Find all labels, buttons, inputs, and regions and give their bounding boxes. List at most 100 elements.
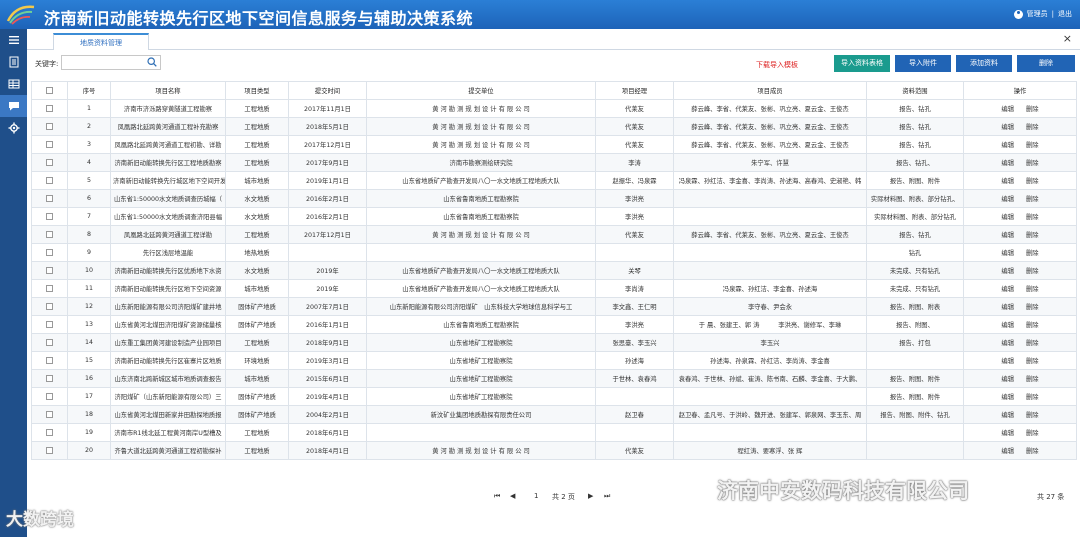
edit-link[interactable]: 编辑: [1001, 394, 1014, 401]
menu-icon[interactable]: [0, 29, 27, 51]
cell-index: 2: [67, 117, 111, 136]
cell-index: 14: [67, 333, 111, 352]
delete-link[interactable]: 删除: [1026, 286, 1039, 293]
cell-data-scope: 报告、钻孔: [866, 135, 964, 154]
cell-index: 5: [67, 171, 111, 190]
edit-link[interactable]: 编辑: [1001, 142, 1014, 149]
edit-link[interactable]: 编辑: [1001, 268, 1014, 275]
row-checkbox[interactable]: [31, 207, 68, 226]
logout-link[interactable]: 退出: [1058, 9, 1072, 19]
cell-submit-time: 2017年11月1日: [288, 99, 367, 118]
select-all-checkbox[interactable]: [31, 81, 68, 100]
edit-link[interactable]: 编辑: [1001, 322, 1014, 329]
current-page[interactable]: 1: [534, 492, 538, 500]
edit-link[interactable]: 编辑: [1001, 430, 1014, 437]
row-checkbox[interactable]: [31, 369, 68, 388]
edit-link[interactable]: 编辑: [1001, 412, 1014, 419]
row-checkbox[interactable]: [31, 189, 68, 208]
cell-actions: 编辑 删除: [963, 135, 1077, 154]
tab-geology-data[interactable]: 地质资料管理: [53, 33, 149, 50]
import-table-button[interactable]: 导入资料表格: [834, 55, 890, 72]
cell-data-scope: 未完成、只有钻孔: [866, 261, 964, 280]
next-page-button[interactable]: ▶: [588, 492, 593, 500]
close-icon[interactable]: ×: [1063, 32, 1072, 45]
cell-submit-unit: 黄 河 勘 测 规 划 设 计 有 限 公 司: [366, 99, 596, 118]
cell-project-type: 城市地质: [225, 369, 289, 388]
cell-project-type: 固体矿产地质: [225, 387, 289, 406]
edit-link[interactable]: 编辑: [1001, 124, 1014, 131]
edit-link[interactable]: 编辑: [1001, 286, 1014, 293]
edit-link[interactable]: 编辑: [1001, 196, 1014, 203]
delete-link[interactable]: 删除: [1026, 430, 1039, 437]
row-checkbox[interactable]: [31, 297, 68, 316]
row-checkbox[interactable]: [31, 243, 68, 262]
delete-link[interactable]: 删除: [1026, 358, 1039, 365]
last-page-button[interactable]: ⏭: [604, 492, 610, 501]
edit-link[interactable]: 编辑: [1001, 376, 1014, 383]
row-checkbox[interactable]: [31, 99, 68, 118]
cell-index: 7: [67, 207, 111, 226]
total-items: 共 27 条: [1037, 493, 1065, 501]
cell-project-name: 济阳煤矿（山东新阳能源有限公司）三: [110, 387, 226, 406]
delete-link[interactable]: 删除: [1026, 304, 1039, 311]
delete-link[interactable]: 删除: [1026, 322, 1039, 329]
cell-submit-unit: 山东省地质矿产勘查开发局八〇一水文地质工程地质大队: [366, 279, 596, 298]
prev-page-button[interactable]: ◀: [510, 492, 515, 500]
delete-link[interactable]: 删除: [1026, 160, 1039, 167]
cell-project-type: 水文地质: [225, 261, 289, 280]
row-checkbox[interactable]: [31, 117, 68, 136]
table-row: 12 山东新阳能源有限公司济阳煤矿建井地 固体矿产地质 2007年7月1日 山东新阳能源…: [31, 297, 1077, 316]
delete-link[interactable]: 删除: [1026, 268, 1039, 275]
delete-link[interactable]: 删除: [1026, 412, 1039, 419]
delete-link[interactable]: 删除: [1026, 178, 1039, 185]
edit-link[interactable]: 编辑: [1001, 250, 1014, 257]
delete-link[interactable]: 删除: [1026, 448, 1039, 455]
edit-link[interactable]: 编辑: [1001, 106, 1014, 113]
row-checkbox[interactable]: [31, 351, 68, 370]
row-checkbox[interactable]: [31, 153, 68, 172]
edit-link[interactable]: 编辑: [1001, 448, 1014, 455]
delete-link[interactable]: 删除: [1026, 340, 1039, 347]
delete-link[interactable]: 删除: [1026, 376, 1039, 383]
row-checkbox[interactable]: [31, 333, 68, 352]
row-checkbox[interactable]: [31, 315, 68, 334]
cell-project-name: 山东省1:50000水文地质调查济阳县幅: [110, 207, 226, 226]
edit-link[interactable]: 编辑: [1001, 340, 1014, 347]
first-page-button[interactable]: ⏮: [494, 492, 500, 501]
edit-link[interactable]: 编辑: [1001, 178, 1014, 185]
delete-link[interactable]: 删除: [1026, 124, 1039, 131]
delete-button[interactable]: 删除: [1017, 55, 1075, 72]
document-icon[interactable]: [0, 51, 27, 73]
row-checkbox[interactable]: [31, 279, 68, 298]
delete-link[interactable]: 删除: [1026, 106, 1039, 113]
table-icon[interactable]: [0, 73, 27, 95]
delete-link[interactable]: 删除: [1026, 214, 1039, 221]
search-icon[interactable]: [147, 57, 157, 67]
edit-link[interactable]: 编辑: [1001, 160, 1014, 167]
row-checkbox[interactable]: [31, 261, 68, 280]
delete-link[interactable]: 删除: [1026, 394, 1039, 401]
cell-project-members: [673, 243, 867, 262]
edit-link[interactable]: 编辑: [1001, 214, 1014, 221]
delete-link[interactable]: 删除: [1026, 250, 1039, 257]
row-checkbox[interactable]: [31, 405, 68, 424]
row-checkbox[interactable]: [31, 387, 68, 406]
row-checkbox[interactable]: [31, 225, 68, 244]
add-data-button[interactable]: 添加资料: [956, 55, 1012, 72]
delete-link[interactable]: 删除: [1026, 232, 1039, 239]
download-template-link[interactable]: 下载导入模板: [756, 60, 798, 70]
chat-icon[interactable]: [0, 95, 27, 117]
delete-link[interactable]: 删除: [1026, 142, 1039, 149]
row-checkbox[interactable]: [31, 423, 68, 442]
import-attachment-button[interactable]: 导入附件: [895, 55, 951, 72]
delete-link[interactable]: 删除: [1026, 196, 1039, 203]
edit-link[interactable]: 编辑: [1001, 232, 1014, 239]
gear-icon[interactable]: [0, 117, 27, 139]
edit-link[interactable]: 编辑: [1001, 304, 1014, 311]
edit-link[interactable]: 编辑: [1001, 358, 1014, 365]
username[interactable]: 管理员: [1027, 9, 1048, 19]
row-checkbox[interactable]: [31, 171, 68, 190]
row-checkbox[interactable]: [31, 135, 68, 154]
row-checkbox[interactable]: [31, 441, 68, 460]
keyword-input[interactable]: [61, 55, 161, 70]
